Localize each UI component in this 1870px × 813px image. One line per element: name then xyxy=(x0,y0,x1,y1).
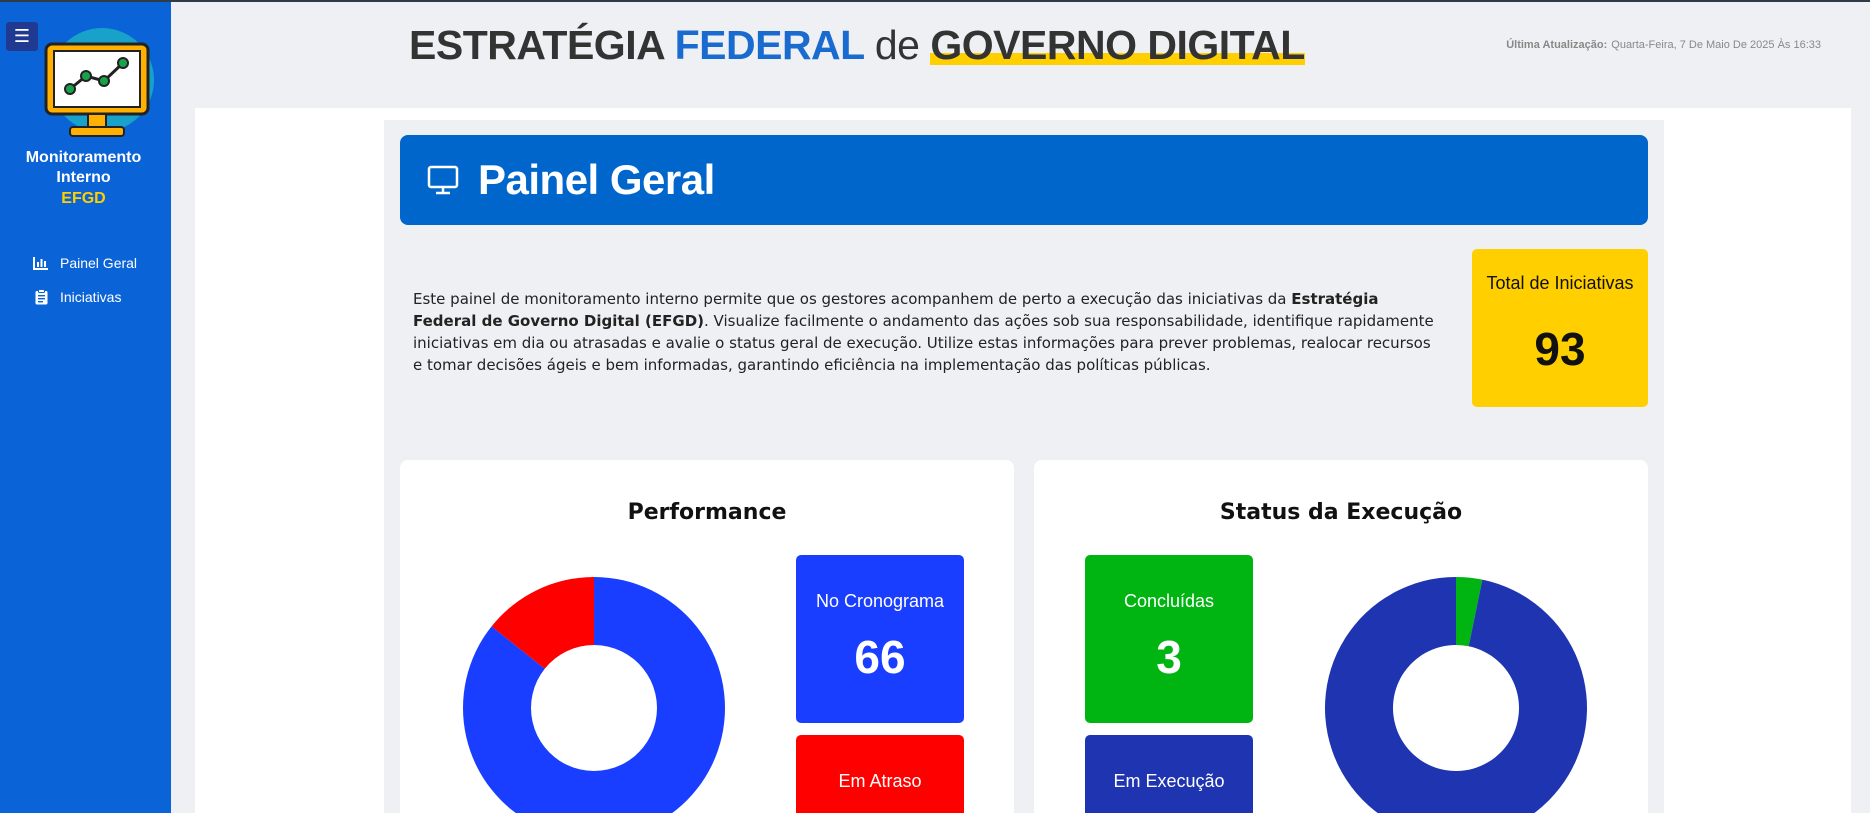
hamburger-icon: ☰ xyxy=(13,26,31,46)
sidebar-item-iniciativas[interactable]: Iniciativas xyxy=(0,280,171,314)
stat-em-atraso[interactable]: Em Atraso xyxy=(796,735,964,813)
performance-donut xyxy=(463,577,725,813)
bar-chart-icon xyxy=(32,254,50,272)
title-part-4-text: GOVERNO DIGITAL xyxy=(930,22,1305,68)
sidebar-nav: Painel Geral Iniciativas xyxy=(0,246,171,314)
brand-line-3: EFGD xyxy=(61,190,106,207)
total-initiatives-label: Total de Iniciativas xyxy=(1486,273,1634,293)
banner-title: Painel Geral xyxy=(478,156,715,203)
clipboard-icon xyxy=(32,288,50,306)
sidebar-item-painel-geral[interactable]: Painel Geral xyxy=(0,246,171,280)
hamburger-menu-button[interactable]: ☰ xyxy=(6,22,38,51)
window-top-border xyxy=(0,0,1870,2)
title-part-3: de xyxy=(874,22,920,68)
brand-line-1: Monitoramento xyxy=(25,149,142,166)
sidebar-item-label: Painel Geral xyxy=(60,255,138,271)
page-title: ESTRATÉGIA FEDERAL de GOVERNO DIGITAL xyxy=(409,22,1305,69)
main-container: Painel Geral Este painel de monitorament… xyxy=(384,120,1664,813)
status-chart xyxy=(1314,560,1598,813)
sidebar: ☰ Monitoramento Interno EFGD Painel Gera… xyxy=(0,0,171,813)
stat-value: 66 xyxy=(854,631,906,683)
monitor-icon xyxy=(427,165,459,195)
title-part-4: GOVERNO DIGITAL xyxy=(930,22,1305,69)
stat-label: No Cronograma xyxy=(815,591,945,611)
performance-title: Performance xyxy=(627,500,787,525)
monitor-chart-icon xyxy=(30,26,170,144)
last-update: Última Atualização: Quarta-Feira, 7 De Ma… xyxy=(1506,39,1821,51)
stat-label: Em Execução xyxy=(1113,771,1225,791)
page-header: ESTRATÉGIA FEDERAL de GOVERNO DIGITAL Úl… xyxy=(171,0,1851,100)
total-initiatives-card: Total de Iniciativas 93 xyxy=(1472,249,1648,407)
donut-slice-em-execução[interactable] xyxy=(1325,577,1587,813)
stat-label: Em Atraso xyxy=(838,771,922,791)
title-part-1: ESTRATÉGIA xyxy=(409,22,664,68)
last-update-value: Quarta-Feira, 7 De Maio De 2025 Às 16:33 xyxy=(1611,39,1821,51)
performance-chart xyxy=(452,560,736,813)
stat-value: 3 xyxy=(1156,631,1182,683)
stat-no-cronograma[interactable]: No Cronograma 66 xyxy=(796,555,964,723)
stat-concluidas[interactable]: Concluídas 3 xyxy=(1085,555,1253,723)
sidebar-brand: Monitoramento Interno EFGD xyxy=(0,148,167,210)
sidebar-item-label: Iniciativas xyxy=(60,289,122,305)
intro-text-before: Este painel de monitoramento interno per… xyxy=(413,290,1292,308)
total-initiatives-value: 93 xyxy=(1534,323,1586,375)
last-update-label: Última Atualização: xyxy=(1506,39,1608,51)
status-card: Status da Execução Concluídas 3 Em Execu… xyxy=(1034,460,1648,813)
status-title: Status da Execução xyxy=(1219,500,1463,525)
status-donut xyxy=(1325,577,1587,813)
brand-line-2: Interno xyxy=(56,169,111,186)
title-part-2: FEDERAL xyxy=(674,22,865,68)
intro-text: Este painel de monitoramento interno per… xyxy=(413,288,1443,376)
stat-label: Concluídas xyxy=(1123,591,1215,611)
stat-em-execucao[interactable]: Em Execução xyxy=(1085,735,1253,813)
panel-banner: Painel Geral xyxy=(400,135,1648,225)
performance-card: Performance No Cronograma 66 Em Atraso xyxy=(400,460,1014,813)
